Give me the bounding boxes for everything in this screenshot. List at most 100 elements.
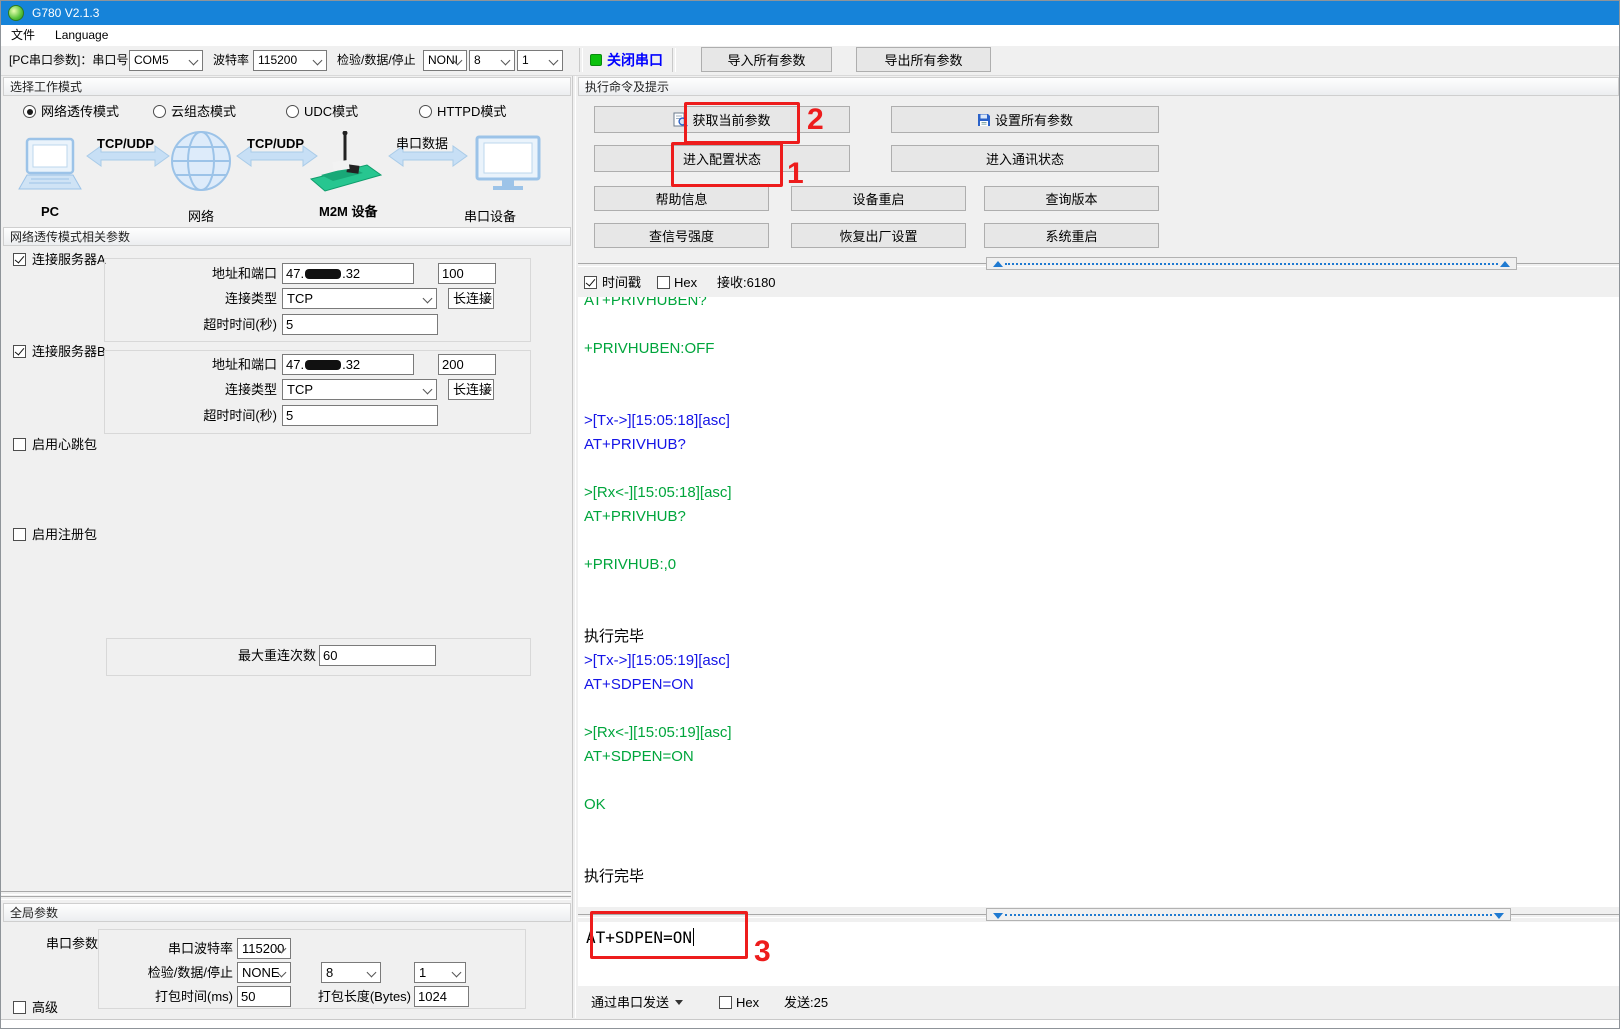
m2m-device-icon xyxy=(311,131,381,191)
annotation-rect-1 xyxy=(671,142,783,187)
server-a-addr-label: 地址和端口 xyxy=(177,263,277,284)
log-line xyxy=(584,601,1620,625)
server-b-checkbox[interactable] xyxy=(13,345,26,358)
baud-select[interactable]: 115200 xyxy=(253,50,327,71)
hex-display-label: Hex xyxy=(674,272,697,293)
server-a-port-input[interactable]: 100 xyxy=(438,263,496,284)
signal-strength-button[interactable]: 查信号强度 xyxy=(594,223,769,248)
send-hex-checkbox[interactable] xyxy=(719,996,732,1009)
app-icon xyxy=(8,5,24,21)
server-a-type-select[interactable]: TCP xyxy=(282,288,437,309)
com-port-select[interactable]: COM5 xyxy=(129,50,203,71)
annotation-rect-3 xyxy=(590,911,748,959)
advanced-checkbox[interactable] xyxy=(13,1001,26,1014)
send-splitter-handle[interactable] xyxy=(986,908,1511,921)
device-restart-button[interactable]: 设备重启 xyxy=(791,186,966,211)
status-strip xyxy=(1,1019,1620,1029)
menu-file[interactable]: 文件 xyxy=(1,25,45,46)
menu-language[interactable]: Language xyxy=(45,25,118,46)
heartbeat-checkbox[interactable] xyxy=(13,438,26,451)
log-output[interactable]: AT+PRIVHUBEN?+PRIVHUBEN:OFF>[Tx->][15:05… xyxy=(578,297,1620,907)
send-via-serial-button[interactable]: 通过串口发送 xyxy=(591,992,683,1013)
node-net-label: 网络 xyxy=(188,206,214,227)
server-b-label: 连接服务器B xyxy=(32,341,106,362)
log-line: AT+PRIVHUBEN? xyxy=(584,297,1620,313)
global-databits-select[interactable]: 8 xyxy=(321,962,381,983)
panel-divider[interactable] xyxy=(572,76,576,1018)
export-params-button[interactable]: 导出所有参数 xyxy=(856,47,991,72)
log-line: AT+SDPEN=ON xyxy=(584,745,1620,769)
global-baud-label: 串口波特率 xyxy=(133,938,233,959)
global-parity-select[interactable]: NONE xyxy=(237,962,291,983)
log-line xyxy=(584,577,1620,601)
global-stopbits-select[interactable]: 1 xyxy=(414,962,466,983)
radio-udc-mode[interactable] xyxy=(286,105,299,118)
annotation-number-2: 2 xyxy=(807,105,824,135)
app-window: G780 V2.1.3 文件 Language [PC串口参数]：串口号 COM… xyxy=(0,0,1620,1029)
server-b-type-select[interactable]: TCP xyxy=(282,379,437,400)
log-line: AT+PRIVHUB? xyxy=(584,433,1620,457)
heartbeat-label: 启用心跳包 xyxy=(32,434,97,455)
radio-httpd-mode[interactable] xyxy=(419,105,432,118)
server-a-type-label: 连接类型 xyxy=(177,288,277,309)
register-checkbox[interactable] xyxy=(13,528,26,541)
left-splitter[interactable] xyxy=(1,891,571,895)
pc-icon xyxy=(19,139,81,189)
server-a-address-input[interactable]: 47..32 xyxy=(282,263,414,284)
register-label: 启用注册包 xyxy=(32,524,97,545)
collapse-up-icon xyxy=(993,261,1003,267)
close-port-button[interactable]: 关闭串口 xyxy=(607,50,663,71)
log-line: AT+PRIVHUB? xyxy=(584,505,1620,529)
help-info-button[interactable]: 帮助信息 xyxy=(594,186,769,211)
splitter-dots xyxy=(1005,914,1492,916)
log-line xyxy=(584,529,1620,553)
log-line: >[Rx<-][15:05:19][asc] xyxy=(584,721,1620,745)
factory-reset-button[interactable]: 恢复出厂设置 xyxy=(791,223,966,248)
log-splitter-handle[interactable] xyxy=(986,257,1517,270)
pack-time-input[interactable]: 50 xyxy=(237,986,291,1007)
server-a-checkbox[interactable] xyxy=(13,253,26,266)
link3-label: 串口数据 xyxy=(396,133,448,154)
log-line: +PRIVHUBEN:OFF xyxy=(584,337,1620,361)
radio-cloud-mode[interactable] xyxy=(153,105,166,118)
server-b-addr-label: 地址和端口 xyxy=(177,354,277,375)
toolbar-separator xyxy=(579,48,583,72)
query-version-button[interactable]: 查询版本 xyxy=(984,186,1159,211)
radio-httpd-mode-label: HTTPD模式 xyxy=(437,101,506,122)
parity-data-stop-label: 检验/数据/停止 xyxy=(337,50,416,71)
system-restart-button[interactable]: 系统重启 xyxy=(984,223,1159,248)
pack-len-input[interactable]: 1024 xyxy=(414,986,469,1007)
databits-select[interactable]: 8 xyxy=(469,50,515,71)
log-line xyxy=(584,385,1620,409)
timestamp-checkbox[interactable] xyxy=(584,276,597,289)
annotation-number-1: 1 xyxy=(787,159,804,189)
set-params-button[interactable]: 设置所有参数 xyxy=(891,106,1159,133)
collapse-down-icon xyxy=(1494,913,1504,919)
parity-select[interactable]: NONI xyxy=(423,50,467,71)
log-line: AT+SDPEN=ON xyxy=(584,673,1620,697)
import-params-button[interactable]: 导入所有参数 xyxy=(701,47,832,72)
link2-label: TCP/UDP xyxy=(247,133,304,154)
server-b-port-input[interactable]: 200 xyxy=(438,354,496,375)
enter-comm-button[interactable]: 进入通讯状态 xyxy=(891,145,1159,172)
pack-len-label: 打包长度(Bytes) xyxy=(301,986,411,1007)
server-a-keepalive-select[interactable]: 长连接 xyxy=(448,288,494,309)
server-b-keepalive-select[interactable]: 长连接 xyxy=(448,379,494,400)
toolbar-separator-2 xyxy=(672,48,676,72)
log-lines: AT+PRIVHUBEN?+PRIVHUBEN:OFF>[Tx->][15:05… xyxy=(578,297,1620,889)
radio-transparent-mode[interactable] xyxy=(23,105,36,118)
stopbits-select[interactable]: 1 xyxy=(517,50,563,71)
serial-device-icon xyxy=(477,137,539,190)
global-baud-select[interactable]: 115200 xyxy=(237,938,291,959)
reconnect-input[interactable]: 60 xyxy=(319,645,436,666)
log-line: +PRIVHUB:,0 xyxy=(584,553,1620,577)
server-b-address-input[interactable]: 47..32 xyxy=(282,354,414,375)
global-parity-label: 检验/数据/停止 xyxy=(133,962,233,983)
left-splitter[interactable] xyxy=(1,896,571,900)
server-b-timeout-input[interactable]: 5 xyxy=(282,405,438,426)
server-a-timeout-input[interactable]: 5 xyxy=(282,314,438,335)
reconnect-label: 最大重连次数 xyxy=(131,645,316,666)
log-line xyxy=(584,769,1620,793)
serial-params-label: 串口参数 xyxy=(46,933,98,954)
hex-display-checkbox[interactable] xyxy=(657,276,670,289)
